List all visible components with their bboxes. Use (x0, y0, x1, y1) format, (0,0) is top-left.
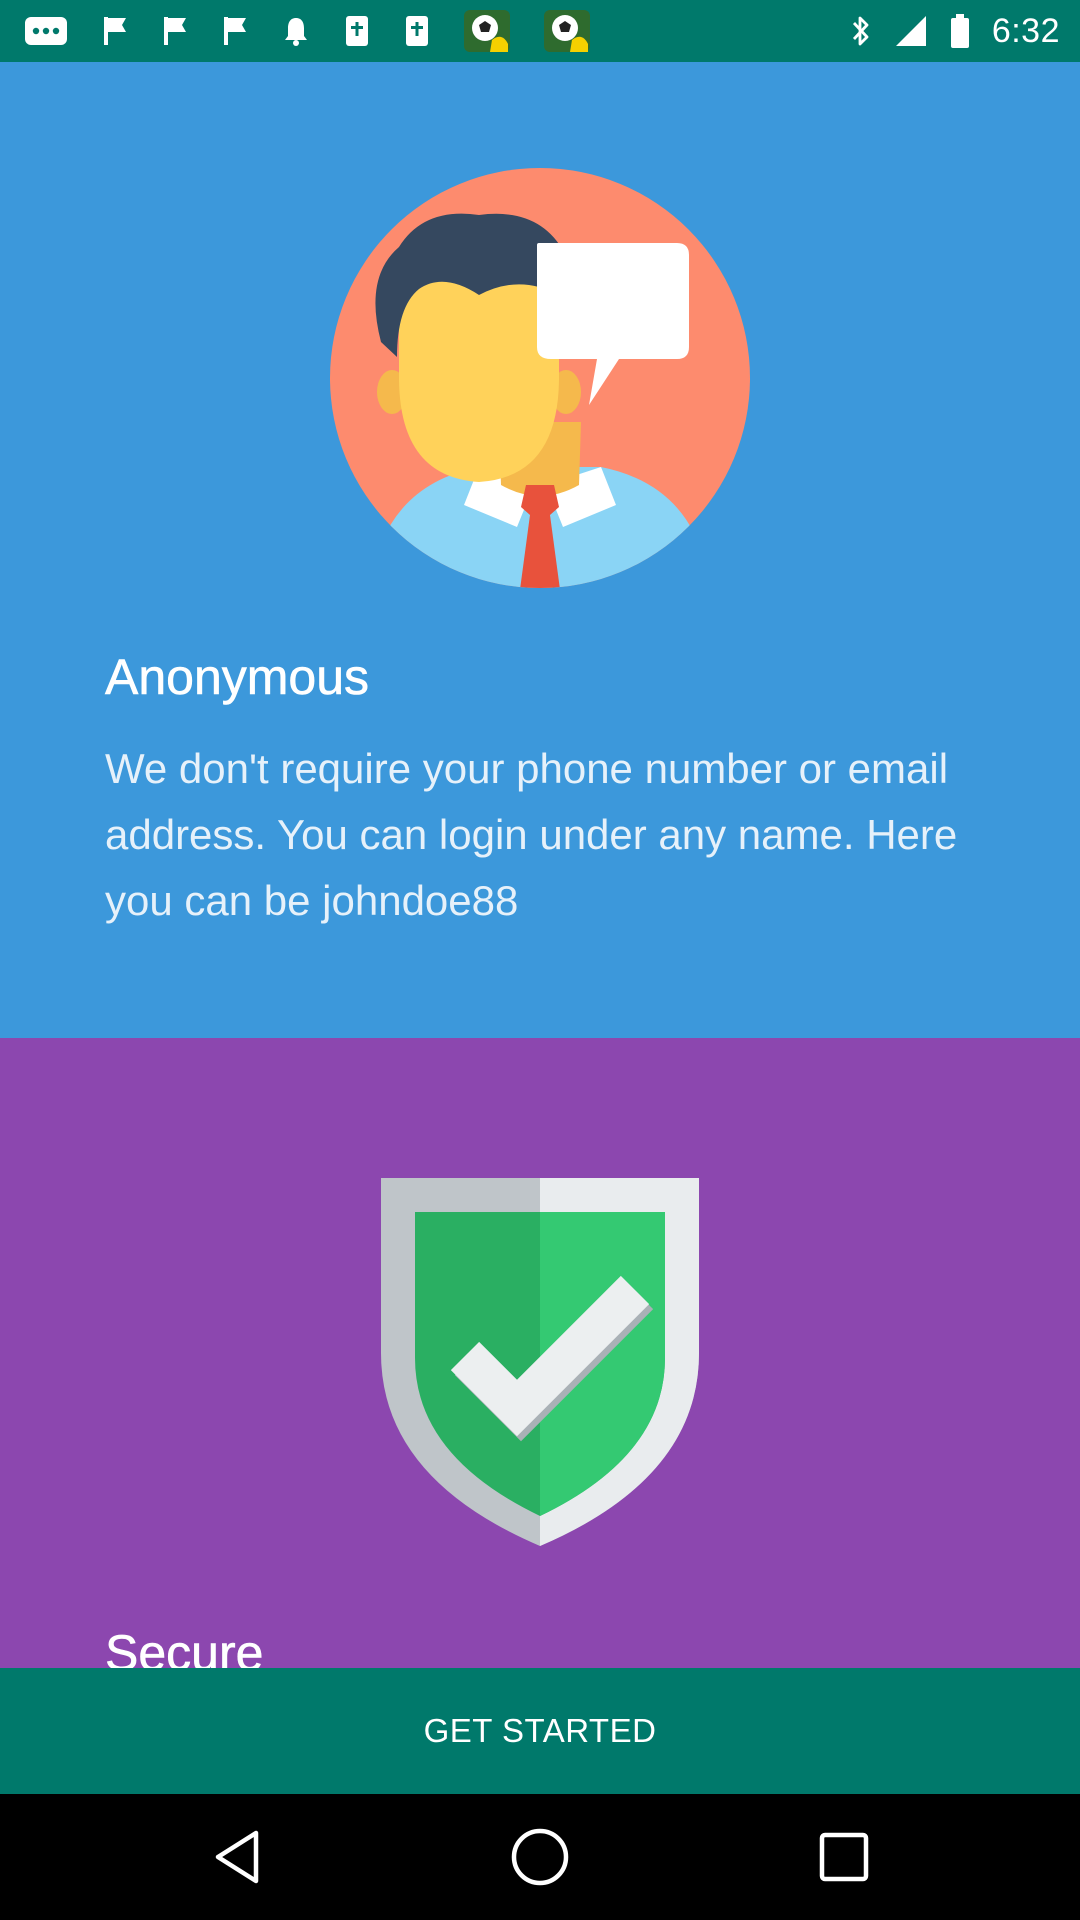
secure-title: Secure (105, 1625, 264, 1668)
flag-icon (162, 15, 188, 47)
back-icon[interactable] (207, 1827, 267, 1887)
get-started-button[interactable]: GET STARTED (0, 1668, 1080, 1794)
battery-icon (950, 13, 970, 49)
more-horiz-icon (24, 16, 68, 46)
signal-icon (894, 14, 928, 48)
flag-icon (102, 15, 128, 47)
soccer-ball-icon (544, 10, 590, 52)
soccer-ball-icon (464, 10, 510, 52)
notification-icons (24, 10, 590, 52)
home-icon[interactable] (510, 1827, 570, 1887)
secure-card: Secure (0, 1038, 1080, 1668)
screen: 6:32 Anonymous We don't require your pho… (0, 0, 1080, 1920)
anonymous-person-icon (329, 167, 751, 594)
cross-book-icon (344, 14, 370, 48)
bluetooth-icon (850, 14, 872, 48)
navigation-bar (0, 1794, 1080, 1920)
recents-icon[interactable] (814, 1827, 874, 1887)
clock: 6:32 (991, 11, 1060, 50)
flag-icon (222, 15, 248, 47)
bell-icon (282, 15, 310, 47)
anonymous-card: Anonymous We don't require your phone nu… (0, 62, 1080, 1038)
status-bar: 6:32 (0, 0, 1080, 62)
shield-check-icon (381, 1178, 699, 1553)
anonymous-description: We don't require your phone number or em… (105, 745, 958, 924)
onboarding-content[interactable]: Anonymous We don't require your phone nu… (0, 62, 1080, 1668)
cross-book-icon (404, 14, 430, 48)
anonymous-title: Anonymous (105, 649, 370, 706)
system-icons: 6:32 (850, 12, 1060, 51)
